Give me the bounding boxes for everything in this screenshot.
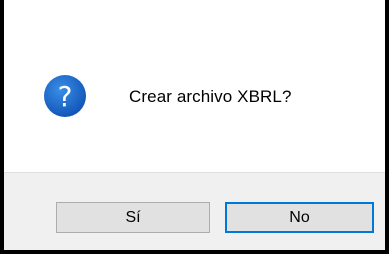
dialog-body: ? Crear archivo XBRL? <box>4 0 385 172</box>
message-dialog: ? Crear archivo XBRL? Sí No <box>0 0 389 254</box>
question-icon: ? <box>43 74 87 118</box>
no-button[interactable]: No <box>225 202 374 233</box>
yes-button[interactable]: Sí <box>56 202 210 233</box>
dialog-message: Crear archivo XBRL? <box>129 87 292 106</box>
question-glyph: ? <box>58 80 73 113</box>
button-bar: Sí No <box>4 172 385 250</box>
